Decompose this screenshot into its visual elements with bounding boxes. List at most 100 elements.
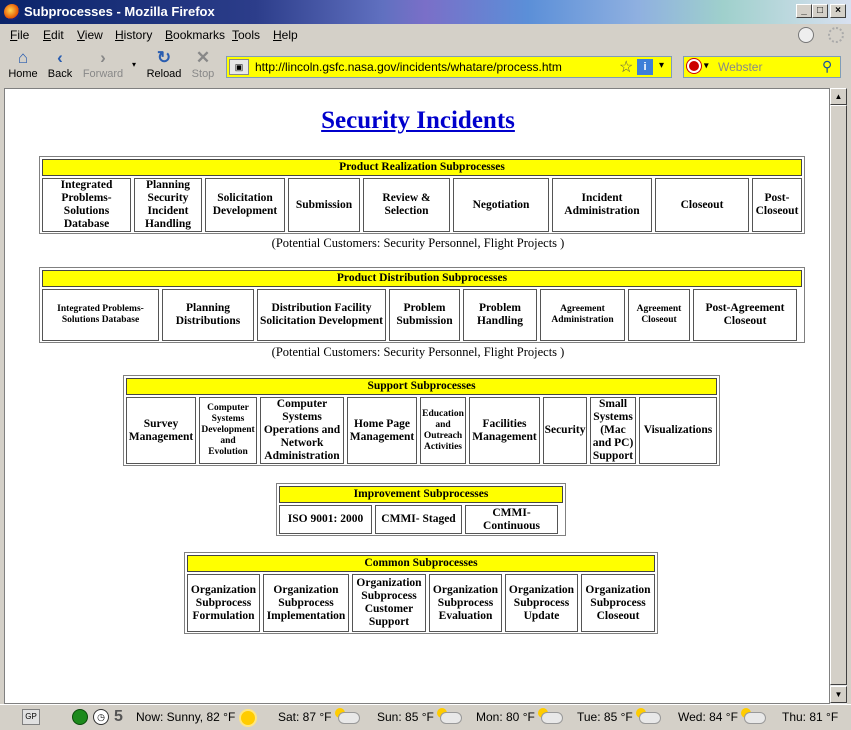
reload-button[interactable]: ↻ Reload: [144, 48, 184, 80]
url-dropdown-icon[interactable]: ▾: [659, 60, 664, 71]
subprocess-cell: Survey Management: [126, 397, 196, 464]
partly-cloudy-icon: [334, 707, 360, 724]
subprocess-cell: Small Systems (Mac and PC) Support: [590, 397, 636, 464]
status-icon[interactable]: [798, 27, 814, 43]
status-bar: GP ◷ 5 Now: Sunny, 82 °F Sat: 87 °F Sun:…: [0, 704, 851, 730]
back-button[interactable]: ‹ Back: [44, 48, 76, 80]
menu-tools[interactable]: Tools: [232, 24, 260, 46]
subprocess-cell: ISO 9001: 2000: [279, 505, 372, 534]
customers-note: (Potential Customers: Security Personnel…: [271, 236, 565, 250]
url-text[interactable]: http://lincoln.gsfc.nasa.gov/incidents/w…: [255, 60, 562, 74]
window-title-bar: Subprocesses - Mozilla Firefox _ □ ×: [0, 0, 851, 24]
section-cells: Organization Subprocess Formulation Orga…: [187, 574, 655, 632]
partly-cloudy-icon: [635, 707, 661, 724]
search-engine-logo-icon: [687, 59, 701, 73]
weather-sun[interactable]: Sun: 85 °F: [377, 707, 462, 724]
weather-tue[interactable]: Tue: 85 °F: [577, 707, 661, 724]
weather-thu[interactable]: Thu: 81 °F: [782, 710, 838, 724]
weather-mon[interactable]: Mon: 80 °F: [476, 707, 563, 724]
subprocess-cell: Planning Distributions: [162, 289, 254, 341]
subprocess-cell: Integrated Problems-Solutions Database: [42, 178, 131, 232]
section-cells: Integrated Problems-Solutions Database P…: [42, 289, 802, 341]
forward-button[interactable]: › Forward: [80, 48, 126, 80]
scroll-thumb[interactable]: [830, 105, 847, 685]
navigation-toolbar: ⌂ Home ‹ Back › Forward ▾ ↻ Reload ✕ Sto…: [0, 46, 851, 88]
menu-view[interactable]: View: [77, 24, 103, 46]
home-button[interactable]: ⌂ Home: [6, 48, 40, 80]
search-box[interactable]: ▾ Webster ⚲: [683, 56, 841, 78]
reload-icon: ↻: [156, 48, 172, 67]
product-realization-table: Product Realization Subprocesses Integra…: [39, 156, 805, 234]
subprocess-cell: Computer Systems Development and Evoluti…: [199, 397, 257, 464]
stop-button[interactable]: ✕ Stop: [188, 48, 218, 80]
menu-edit[interactable]: Edit: [43, 24, 64, 46]
maximize-button[interactable]: □: [812, 4, 828, 18]
subprocess-cell: Organization Subprocess Formulation: [187, 574, 260, 632]
product-distribution-table: Product Distribution Subprocesses Integr…: [39, 267, 805, 343]
stop-icon: ✕: [195, 48, 211, 67]
search-engine-selector[interactable]: ▾: [687, 59, 713, 75]
subprocess-cell: Integrated Problems-Solutions Database: [42, 289, 159, 341]
bookmark-star-icon[interactable]: ☆: [619, 57, 633, 77]
weather-sat[interactable]: Sat: 87 °F: [278, 707, 360, 724]
customers-note: (Potential Customers: Security Personnel…: [271, 345, 565, 359]
site-identity-icon[interactable]: ▣: [229, 59, 249, 75]
address-bar[interactable]: ▣ http://lincoln.gsfc.nasa.gov/incidents…: [226, 56, 672, 78]
subprocess-cell: Organization Subprocess Implementation: [263, 574, 349, 632]
scroll-up-button[interactable]: ▲: [830, 88, 847, 105]
subprocess-cell: Facilities Management: [469, 397, 540, 464]
subprocess-cell: Home Page Management: [347, 397, 417, 464]
section-header: Common Subprocesses: [187, 555, 655, 572]
subprocess-cell: CMMI- Continuous: [465, 505, 558, 534]
common-table: Common Subprocesses Organization Subproc…: [184, 552, 658, 634]
history-dropdown[interactable]: ▾: [128, 60, 140, 69]
counter-badge[interactable]: 5: [114, 708, 123, 726]
menu-history[interactable]: History: [115, 24, 152, 46]
window-title: Subprocesses - Mozilla Firefox: [24, 4, 215, 19]
subprocess-cell: Closeout: [655, 178, 749, 232]
gp-icon[interactable]: GP: [22, 709, 40, 725]
weather-wed[interactable]: Wed: 84 °F: [678, 707, 766, 724]
back-arrow-icon: ‹: [57, 48, 63, 67]
subprocess-cell: Agreement Administration: [540, 289, 625, 341]
subprocess-cell: Agreement Closeout: [628, 289, 690, 341]
search-input[interactable]: Webster: [718, 60, 762, 74]
improvement-table: Improvement Subprocesses ISO 9001: 2000 …: [276, 483, 566, 536]
scroll-down-button[interactable]: ▼: [830, 686, 847, 703]
weather-now[interactable]: Now: Sunny, 82 °F: [136, 710, 256, 725]
clock-icon[interactable]: ◷: [93, 709, 109, 725]
vertical-scrollbar[interactable]: ▲ ▼: [830, 88, 847, 704]
section-header: Product Distribution Subprocesses: [42, 270, 802, 287]
info-icon[interactable]: i: [637, 59, 653, 75]
forward-arrow-icon: ›: [100, 48, 106, 67]
subprocess-cell: Negotiation: [453, 178, 549, 232]
search-magnifier-icon[interactable]: ⚲: [822, 58, 832, 75]
page-title[interactable]: Security Incidents: [5, 107, 831, 135]
support-table: Support Subprocesses Survey Management C…: [123, 375, 720, 466]
subprocess-cell: Distribution Facility Solicitation Devel…: [257, 289, 386, 341]
menu-bookmarks[interactable]: Bookmarks: [165, 24, 225, 46]
subprocess-cell: Organization Subprocess Closeout: [581, 574, 655, 632]
online-status-icon[interactable]: [72, 709, 88, 725]
subprocess-cell: Organization Subprocess Evaluation: [429, 574, 502, 632]
subprocess-cell: Visualizations: [639, 397, 717, 464]
close-button[interactable]: ×: [830, 4, 846, 18]
menu-bar: File Edit View History Bookmarks Tools H…: [0, 24, 851, 46]
section-cells: ISO 9001: 2000 CMMI- Staged CMMI- Contin…: [279, 505, 563, 534]
menu-file[interactable]: File: [10, 24, 29, 46]
firefox-icon: [4, 4, 20, 20]
subprocess-cell: Review & Selection: [363, 178, 450, 232]
subprocess-cell: Education and Outreach Activities: [420, 397, 466, 464]
minimize-button[interactable]: _: [796, 4, 812, 18]
partly-cloudy-icon: [740, 707, 766, 724]
partly-cloudy-icon: [436, 707, 462, 724]
section-cells: Integrated Problems-Solutions Database P…: [42, 178, 802, 232]
menu-help[interactable]: Help: [273, 24, 298, 46]
content-frame: Security Incidents Product Realization S…: [4, 88, 830, 704]
subprocess-cell: Organization Subprocess Update: [505, 574, 578, 632]
section-cells: Survey Management Computer Systems Devel…: [126, 397, 717, 464]
subprocess-cell: Problem Submission: [389, 289, 460, 341]
subprocess-cell: Incident Administration: [552, 178, 652, 232]
subprocess-cell: Security: [543, 397, 587, 464]
subprocess-cell: Solicitation Development: [205, 178, 285, 232]
